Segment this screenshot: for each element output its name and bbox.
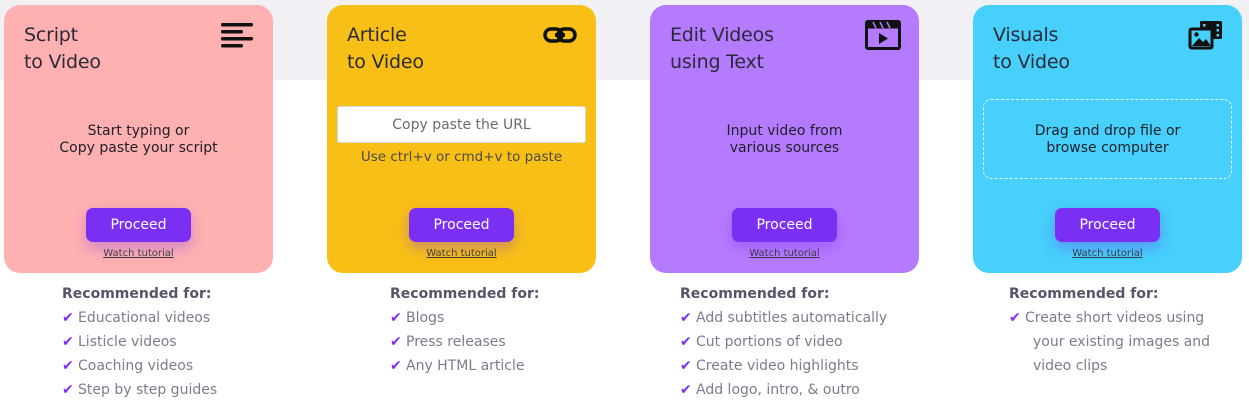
recommendations-visuals: Recommended for: ✔ Create short videos us… xyxy=(1009,282,1210,378)
card-title: Visuals to Video xyxy=(993,22,1070,76)
check-icon: ✔ xyxy=(62,310,74,326)
recommendations-article: Recommended for: ✔ Blogs ✔ Press releases … xyxy=(390,282,539,378)
list-item: ✔ Educational videos xyxy=(62,306,217,330)
paste-hint: Use ctrl+v or cmd+v to paste xyxy=(360,149,563,165)
proceed-button[interactable]: Proceed xyxy=(86,208,191,242)
check-icon: ✔ xyxy=(680,334,692,350)
list-item: ✔ Cut portions of video xyxy=(680,330,887,354)
watch-tutorial-link[interactable]: Watch tutorial xyxy=(4,248,273,259)
proceed-button[interactable]: Proceed xyxy=(732,208,837,242)
list-item: ✔ Press releases xyxy=(390,330,539,354)
description-line2: browse computer xyxy=(1046,140,1169,156)
list-item: ✔ Coaching videos xyxy=(62,354,217,378)
check-icon: ✔ xyxy=(680,358,692,374)
proceed-button[interactable]: Proceed xyxy=(1055,208,1160,242)
check-icon: ✔ xyxy=(62,334,74,350)
check-icon: ✔ xyxy=(680,310,692,326)
description-line1: Drag and drop file or xyxy=(1034,123,1181,139)
list-item-label: Step by step guides xyxy=(78,382,218,398)
card-title: Script to Video xyxy=(24,22,101,76)
card-description: Input video from various sources xyxy=(650,123,919,157)
list-item-continuation: video clips xyxy=(1033,358,1108,374)
card-article-to-video[interactable]: Article to Video Use ctrl+v or cmd+v to … xyxy=(327,5,596,273)
list-item-label: Any HTML article xyxy=(406,358,525,374)
video-clapper-icon xyxy=(865,19,901,51)
watch-tutorial-link[interactable]: Watch tutorial xyxy=(973,248,1242,259)
description-line2: various sources xyxy=(729,140,840,156)
list-item: ✔ Step by step guides xyxy=(62,378,217,402)
list-item: ✔ Create short videos using xyxy=(1009,306,1210,330)
check-icon: ✔ xyxy=(390,334,402,350)
card-description: Drag and drop file or browse computer xyxy=(973,123,1242,157)
card-title-line1: Visuals xyxy=(993,24,1059,46)
list-item-label: Listicle videos xyxy=(78,334,177,350)
list-item-label: Coaching videos xyxy=(78,358,194,374)
list-item-label: Educational videos xyxy=(78,310,211,326)
recommendations-script: Recommended for: ✔ Educational videos ✔ Li… xyxy=(62,282,217,402)
card-description: Start typing or Copy paste your script xyxy=(4,123,273,157)
card-script-to-video[interactable]: Script to Video Start typing or Copy pas… xyxy=(4,5,273,273)
text-lines-icon xyxy=(219,19,255,51)
check-icon: ✔ xyxy=(390,310,402,326)
list-item: ✔ Any HTML article xyxy=(390,354,539,378)
watch-tutorial-link[interactable]: Watch tutorial xyxy=(327,248,596,259)
list-item-label: Cut portions of video xyxy=(696,334,843,350)
card-edit-videos-using-text[interactable]: Edit Videos using Text Input video from … xyxy=(650,5,919,273)
url-input[interactable] xyxy=(337,106,586,143)
list-item-label: Add logo, intro, & outro xyxy=(696,382,860,398)
images-icon xyxy=(1188,19,1224,51)
card-title-line1: Article xyxy=(347,24,407,46)
recommended-heading: Recommended for: xyxy=(390,286,540,302)
list-item-label: Create short videos using xyxy=(1025,310,1205,326)
recommendations-edit-videos: Recommended for: ✔ Add subtitles automati… xyxy=(680,282,887,402)
check-icon: ✔ xyxy=(62,358,74,374)
check-icon: ✔ xyxy=(680,382,692,398)
list-item: ✔ Blogs xyxy=(390,306,539,330)
list-item: ✔ Listicle videos xyxy=(62,330,217,354)
recommended-heading: Recommended for: xyxy=(680,286,830,302)
list-item-label: Press releases xyxy=(406,334,506,350)
description-line1: Input video from xyxy=(726,123,843,139)
card-title-line1: Script xyxy=(24,24,78,46)
list-item: ✔ Add logo, intro, & outro xyxy=(680,378,887,402)
description-line1: Start typing or xyxy=(87,123,190,139)
check-icon: ✔ xyxy=(62,382,74,398)
card-title-line2: using Text xyxy=(670,51,764,73)
card-title-line1: Edit Videos xyxy=(670,24,774,46)
card-visuals-to-video[interactable]: Visuals to Video Drag and drop file or b… xyxy=(973,5,1242,273)
link-icon xyxy=(542,19,578,51)
recommended-heading: Recommended for: xyxy=(1009,286,1159,302)
list-item: ✔ Add subtitles automatically xyxy=(680,306,887,330)
card-title: Edit Videos using Text xyxy=(670,22,774,76)
watch-tutorial-link[interactable]: Watch tutorial xyxy=(650,248,919,259)
list-item: ✔ Create video highlights xyxy=(680,354,887,378)
description-line2: Copy paste your script xyxy=(59,140,218,156)
card-title-line2: to Video xyxy=(24,51,101,73)
card-title-line2: to Video xyxy=(993,51,1070,73)
list-item-continuation: your existing images and xyxy=(1033,334,1211,350)
list-item-label: Blogs xyxy=(406,310,445,326)
card-title: Article to Video xyxy=(347,22,424,76)
list-item-label: Add subtitles automatically xyxy=(696,310,888,326)
list-item-label: Create video highlights xyxy=(696,358,859,374)
check-icon: ✔ xyxy=(390,358,402,374)
check-icon: ✔ xyxy=(1009,310,1021,326)
proceed-button[interactable]: Proceed xyxy=(409,208,514,242)
recommended-heading: Recommended for: xyxy=(62,286,212,302)
card-title-line2: to Video xyxy=(347,51,424,73)
